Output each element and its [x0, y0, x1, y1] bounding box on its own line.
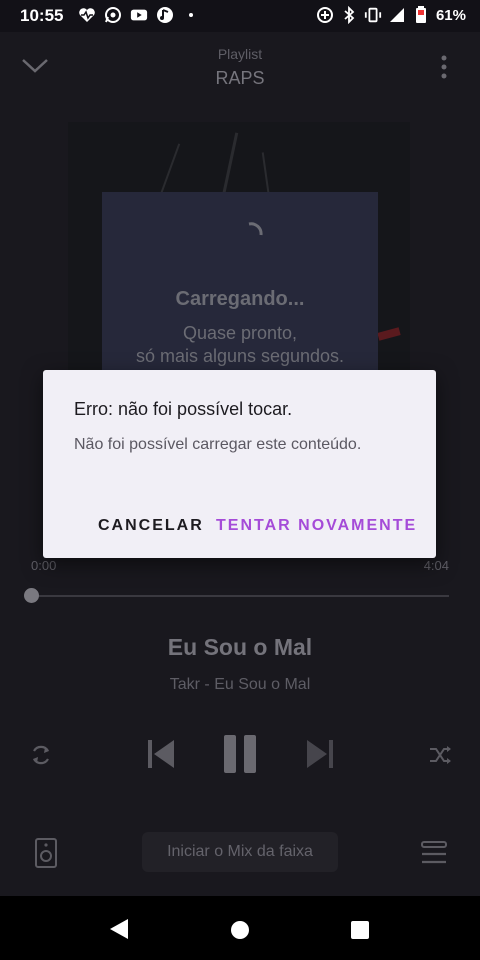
header-subtitle: Playlist [217, 46, 263, 62]
navigation-bar [0, 896, 480, 960]
progress-bar[interactable] [31, 595, 449, 597]
more-vert-icon [441, 55, 447, 79]
queue-icon [421, 841, 447, 864]
shuffle-icon [430, 746, 451, 764]
recents-square-icon [351, 921, 369, 939]
loading-message: Quase pronto, só mais alguns segundos. [102, 322, 378, 368]
status-time: 10:55 [20, 6, 64, 25]
queue-button[interactable] [418, 838, 450, 868]
bluetooth-icon [340, 6, 358, 24]
next-button[interactable] [304, 737, 336, 771]
recents-button[interactable] [348, 918, 372, 942]
battery-percent: 61% [435, 6, 466, 24]
repeat-button[interactable] [26, 740, 56, 770]
skip-next-icon [307, 740, 333, 768]
start-track-mix-button[interactable]: Iniciar o Mix da faixa [142, 832, 338, 872]
vibrate-icon [364, 6, 382, 24]
system-icons: 61% [316, 6, 466, 24]
dialog-message: Não foi possível carregar este conteúdo. [74, 436, 362, 453]
progress-knob[interactable] [24, 588, 39, 603]
elapsed-time: 0:00 [31, 558, 57, 573]
error-dialog: Erro: não foi possível tocar. Não foi po… [43, 370, 436, 558]
back-button[interactable] [106, 916, 132, 942]
cancel-button[interactable]: CANCELAR [98, 517, 204, 535]
heart-rate-icon [78, 6, 96, 24]
device-button[interactable] [30, 836, 62, 870]
artist-line: Takr - Eu Sou o Mal [169, 676, 311, 693]
battery-icon [412, 6, 430, 24]
pause-icon [224, 735, 256, 773]
dialog-title: Erro: não foi possível tocar. [74, 399, 293, 419]
speaker-icon [35, 838, 57, 868]
music-app-icon [156, 6, 174, 24]
song-title: Eu Sou o Mal [167, 634, 313, 660]
loading-line-2: só mais alguns segundos. [135, 346, 345, 366]
data-saver-icon [316, 6, 334, 24]
notification-icons [78, 6, 200, 24]
skip-previous-icon [148, 740, 174, 768]
spinner-icon [246, 222, 264, 245]
status-bar: 10:55 61% [0, 0, 480, 32]
pause-button[interactable] [222, 733, 258, 775]
whatsapp-icon [104, 6, 122, 24]
loading-line-1: Quase pronto, [182, 323, 298, 343]
loading-title: Carregando... [175, 288, 305, 310]
playlist-title: RAPS [215, 68, 265, 88]
duration-time: 4:04 [423, 558, 449, 573]
signal-icon [388, 6, 406, 24]
back-triangle-icon [110, 919, 128, 939]
shuffle-button[interactable] [425, 740, 455, 770]
youtube-icon [130, 6, 148, 24]
dot-icon [182, 6, 200, 24]
home-circle-icon [231, 921, 249, 939]
repeat-icon [33, 745, 49, 765]
home-button[interactable] [228, 918, 252, 942]
more-options-button[interactable] [438, 54, 450, 85]
retry-button[interactable]: TENTAR NOVAMENTE [216, 517, 417, 535]
previous-button[interactable] [145, 737, 177, 771]
